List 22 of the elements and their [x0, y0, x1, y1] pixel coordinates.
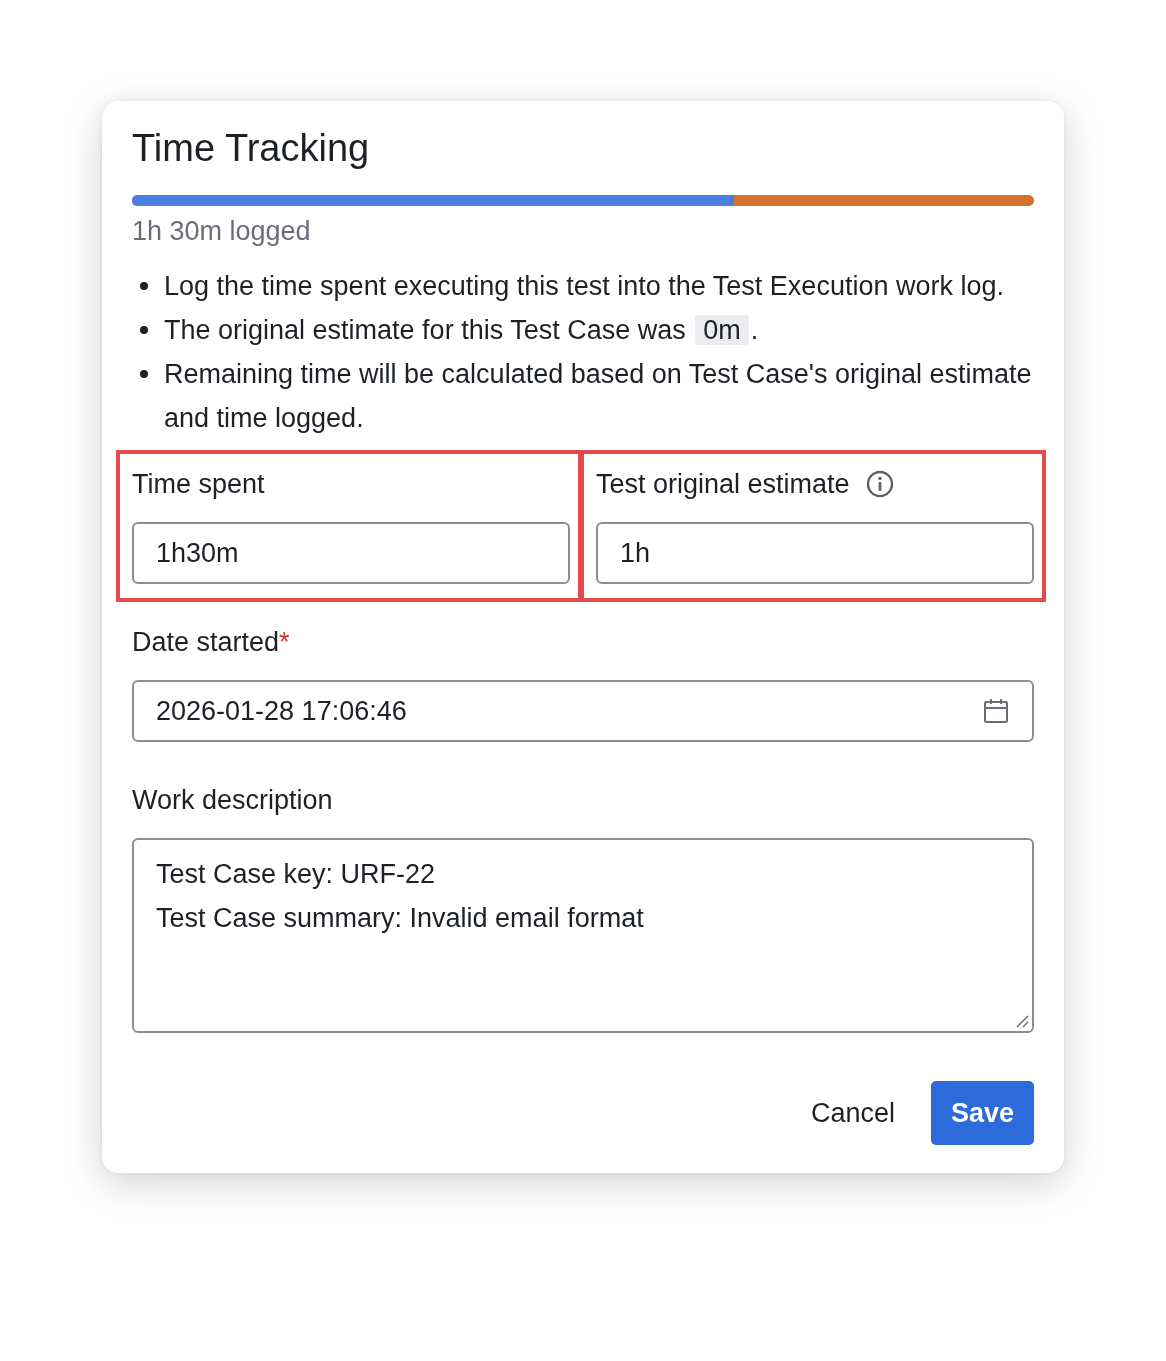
note-text: Remaining time will be calculated based on Test Case's original estimate and time logged.: [164, 358, 1033, 435]
field-label: Work description: [132, 784, 333, 817]
note-text: The original estimate for this Test Case was 0m .: [164, 314, 759, 347]
note-text: Log the time spent executing this test into the Test Execution work log.: [164, 270, 1004, 303]
input-field[interactable]: 1h: [596, 522, 1034, 584]
inline-code: 0m: [695, 315, 749, 345]
save-button[interactable]: Save: [930, 1081, 1034, 1145]
date-field[interactable]: 2026-01-28 17:06:46: [132, 680, 1034, 742]
field-label: Date started*: [132, 626, 290, 659]
bullet-dot: [140, 282, 148, 290]
info-icon[interactable]: [865, 470, 894, 498]
bullet-dot: [140, 370, 148, 378]
input-field[interactable]: 1h30m: [132, 522, 570, 584]
field-label: Time spent: [132, 468, 265, 501]
progress-caption: 1h 30m logged: [132, 215, 312, 248]
calendar-icon[interactable]: [982, 697, 1010, 725]
text-area[interactable]: Test Case key: URF-22 Test Case summary: Invalid email format: [132, 838, 1034, 1033]
dialog-title: Time Tracking: [132, 126, 371, 171]
resize-handle-icon[interactable]: [1015, 1014, 1029, 1028]
cancel-button[interactable]: Cancel: [790, 1081, 915, 1145]
field-label: Test original estimate: [596, 468, 850, 501]
bullet-dot: [140, 326, 148, 334]
